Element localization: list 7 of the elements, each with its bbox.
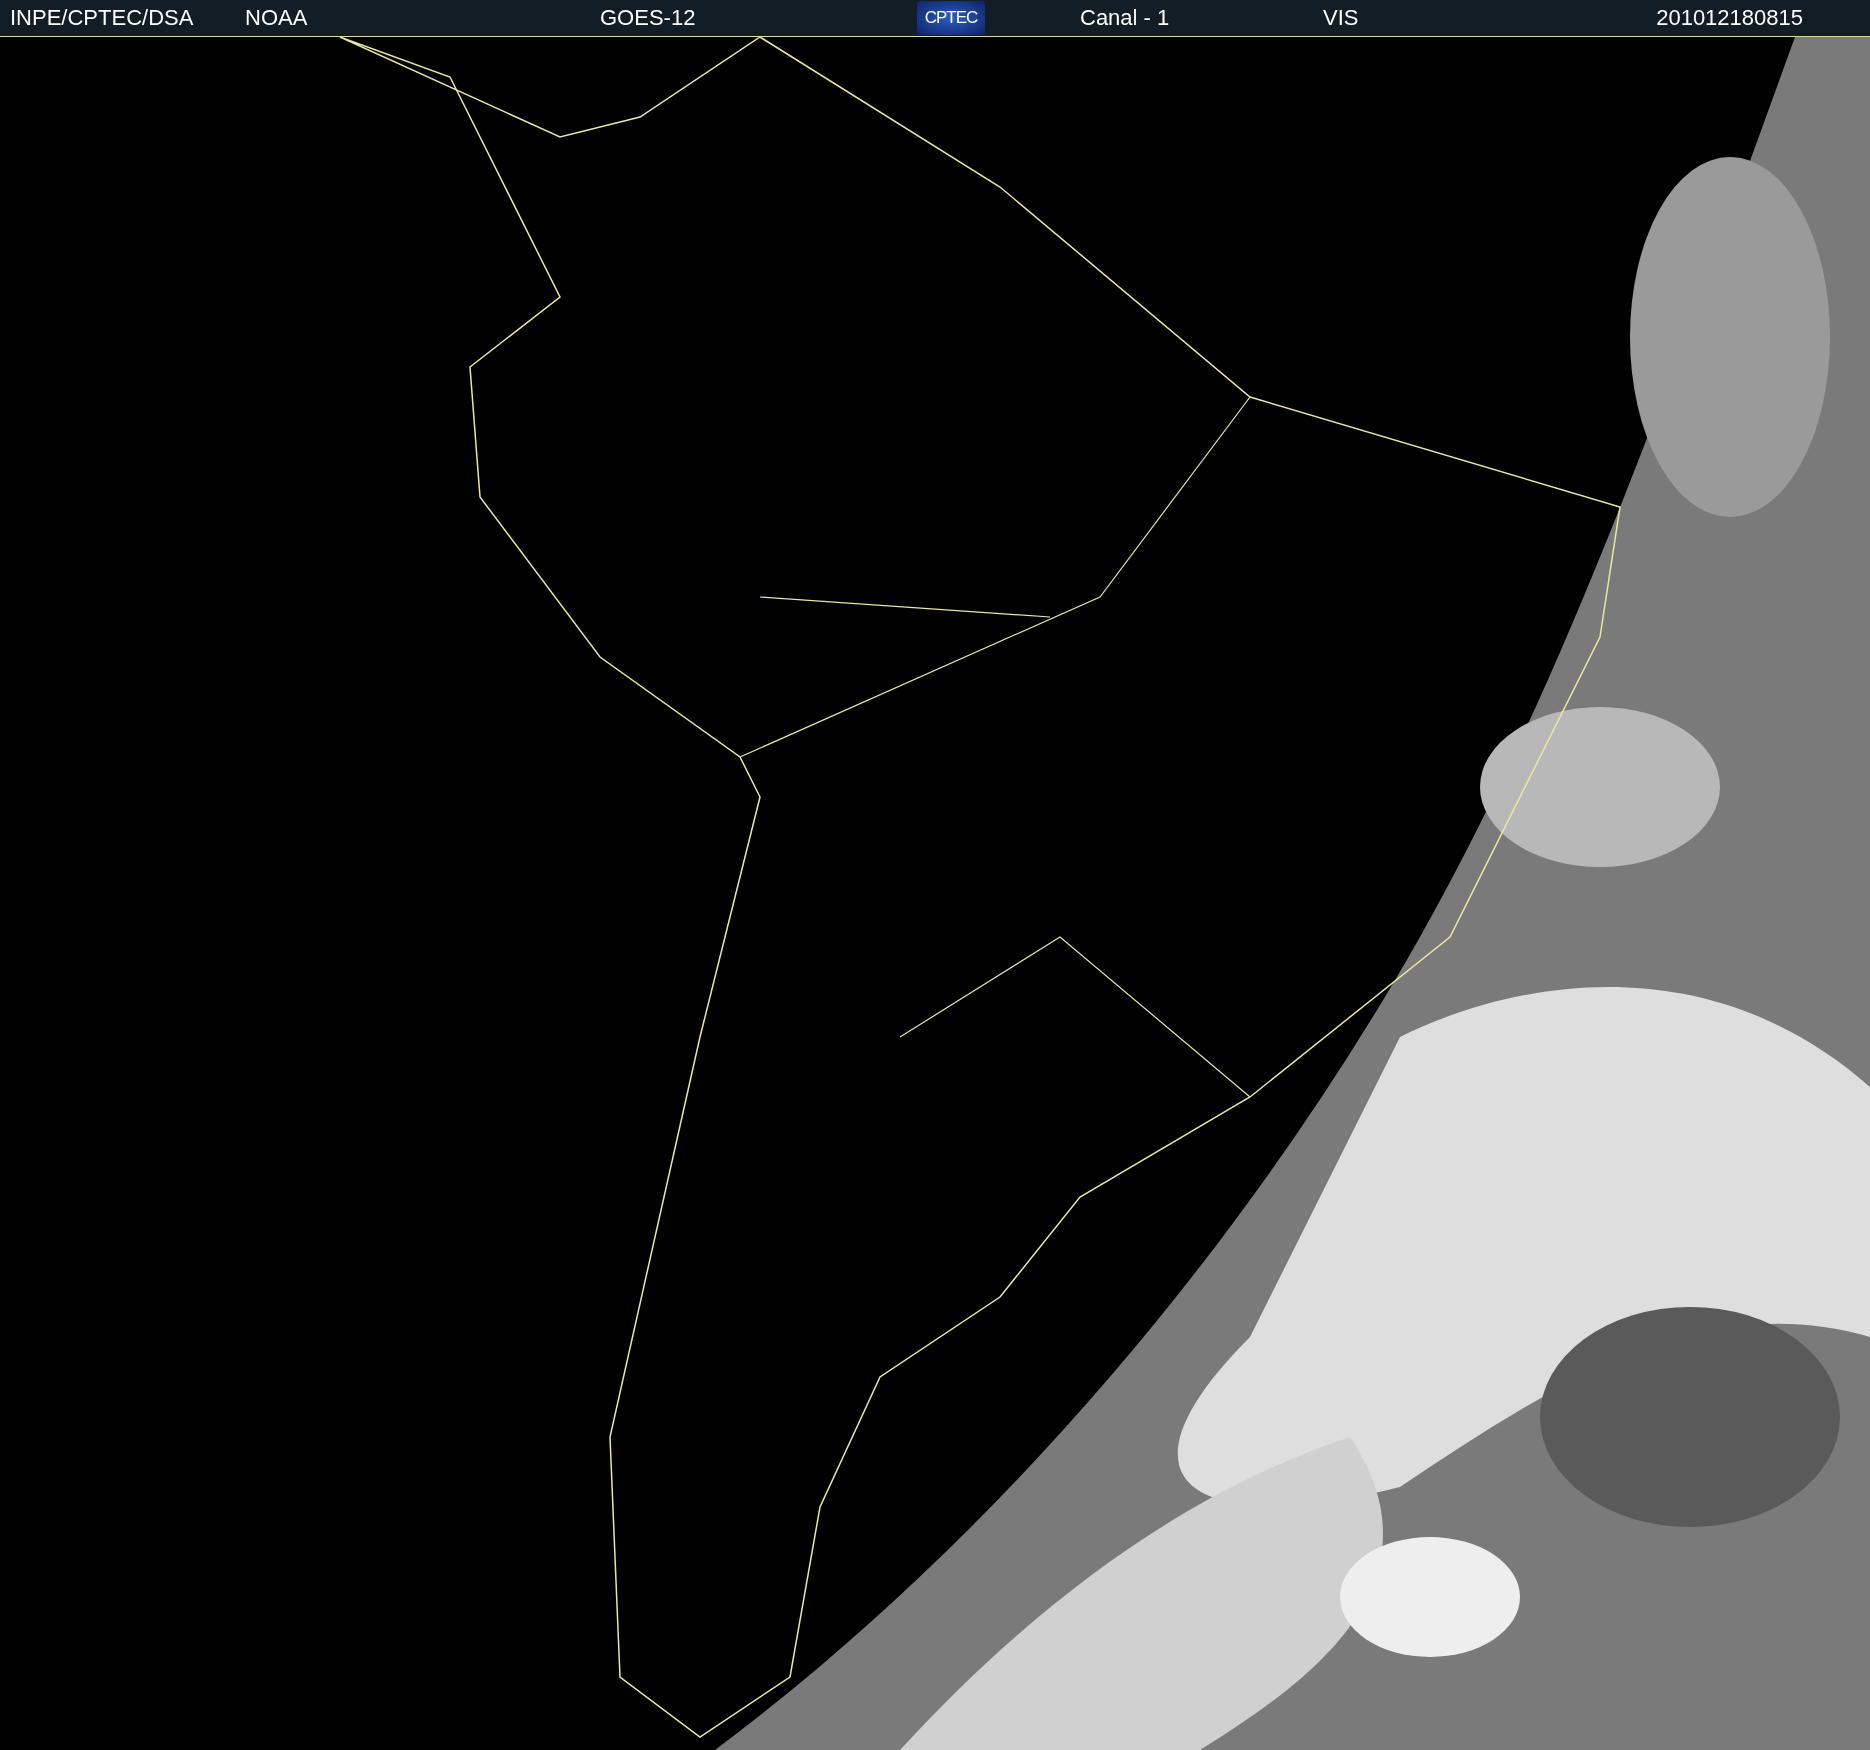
logo: CPTEC xyxy=(917,1,985,35)
agency-label: INPE/CPTEC/DSA xyxy=(10,5,194,31)
satellite-label: GOES-12 xyxy=(600,5,696,31)
band-label: VIS xyxy=(1323,5,1359,31)
channel-label: Canal - 1 xyxy=(1080,5,1170,31)
timestamp-label: 201012180815 xyxy=(1656,5,1803,31)
source-label: NOAA xyxy=(245,5,308,31)
